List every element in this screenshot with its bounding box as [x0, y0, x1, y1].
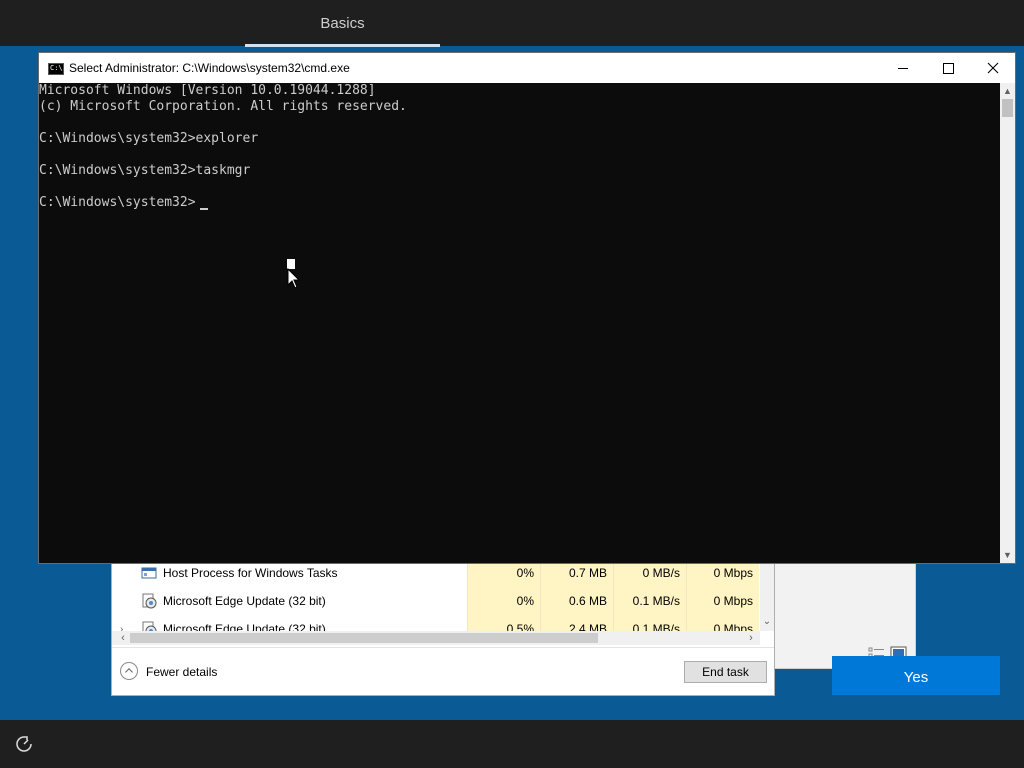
- console-output[interactable]: Microsoft Windows [Version 10.0.19044.12…: [39, 83, 1000, 563]
- tab-active-indicator: [245, 44, 440, 47]
- scroll-down-icon[interactable]: ▼: [1000, 549, 1015, 561]
- mouse-pointer-icon: [287, 259, 300, 289]
- window-title: Select Administrator: C:\Windows\system3…: [69, 61, 350, 75]
- process-name: Host Process for Windows Tasks: [163, 566, 338, 580]
- disk-cell: 0.1 MB/s: [613, 616, 686, 631]
- scroll-up-icon[interactable]: ▲: [1000, 85, 1015, 97]
- fewer-details-link[interactable]: Fewer details: [146, 665, 217, 679]
- horizontal-scroll-thumb[interactable]: [130, 633, 598, 643]
- scroll-down-icon[interactable]: ⌄: [760, 615, 774, 629]
- close-icon[interactable]: [970, 53, 1016, 83]
- edge-update-icon: [142, 621, 157, 631]
- vertical-scrollbar[interactable]: ⌄: [760, 563, 774, 631]
- task-manager-footer: Fewer details End task: [112, 647, 774, 696]
- tab-basics[interactable]: Basics: [245, 0, 440, 46]
- minimize-icon[interactable]: [880, 53, 926, 83]
- console-line: C:\Windows\system32>taskmgr: [39, 163, 251, 178]
- console-line: (c) Microsoft Corporation. All rights re…: [39, 99, 407, 114]
- console-prompt-line: C:\Windows\system32>: [39, 195, 196, 210]
- fewer-details-chevron-up-icon[interactable]: [120, 662, 138, 680]
- yes-button[interactable]: Yes: [832, 656, 1000, 695]
- service-host-icon: [141, 567, 157, 579]
- cpu-cell: 0.5%: [467, 616, 540, 631]
- edge-update-icon: [142, 593, 157, 609]
- memory-cell: 0.6 MB: [540, 588, 613, 616]
- oobe-header: Basics: [0, 0, 1024, 47]
- horizontal-scrollbar[interactable]: ‹ ›: [112, 631, 760, 645]
- network-cell: 0 Mbps: [686, 616, 759, 631]
- cmd-app-icon-text: C:\: [50, 64, 63, 72]
- cpu-cell: 0%: [467, 588, 540, 616]
- oobe-footer: [0, 720, 1024, 768]
- scroll-left-icon[interactable]: ‹: [116, 631, 130, 645]
- process-list: Host Process for Windows Tasks 0% 0.7 MB…: [112, 563, 760, 631]
- network-cell: 0 Mbps: [686, 588, 759, 616]
- cpu-cell: 0%: [467, 563, 540, 588]
- ease-of-access-icon[interactable]: [14, 734, 34, 754]
- console-scroll-thumb[interactable]: [1002, 99, 1013, 117]
- memory-cell: 2.4 MB: [540, 616, 613, 631]
- disk-cell: 0.1 MB/s: [613, 588, 686, 616]
- console-line: Microsoft Windows [Version 10.0.19044.12…: [39, 83, 376, 98]
- expand-chevron-icon[interactable]: ›: [120, 624, 128, 631]
- table-row[interactable]: › Microsoft Edge Update (32 bit) 0.5% 2.…: [112, 616, 760, 631]
- console-scrollbar[interactable]: ▲ ▼: [1000, 83, 1015, 563]
- command-prompt-window: C:\ Select Administrator: C:\Windows\sys…: [38, 52, 1016, 564]
- network-cell: 0 Mbps: [686, 563, 759, 588]
- scroll-right-icon[interactable]: ›: [744, 631, 758, 645]
- memory-cell: 0.7 MB: [540, 563, 613, 588]
- maximize-icon[interactable]: [925, 53, 971, 83]
- process-name: Microsoft Edge Update (32 bit): [163, 622, 326, 631]
- console-line: C:\Windows\system32>explorer: [39, 131, 259, 146]
- end-task-button[interactable]: End task: [684, 661, 767, 683]
- table-row[interactable]: Microsoft Edge Update (32 bit) 0% 0.6 MB…: [112, 588, 760, 616]
- process-name: Microsoft Edge Update (32 bit): [163, 594, 326, 608]
- window-titlebar[interactable]: C:\ Select Administrator: C:\Windows\sys…: [39, 53, 1015, 83]
- disk-cell: 0 MB/s: [613, 563, 686, 588]
- task-manager-window: Host Process for Windows Tasks 0% 0.7 MB…: [111, 562, 775, 696]
- cmd-app-icon[interactable]: C:\: [48, 63, 64, 75]
- table-row[interactable]: Host Process for Windows Tasks 0% 0.7 MB…: [112, 563, 760, 588]
- text-cursor: [200, 208, 208, 210]
